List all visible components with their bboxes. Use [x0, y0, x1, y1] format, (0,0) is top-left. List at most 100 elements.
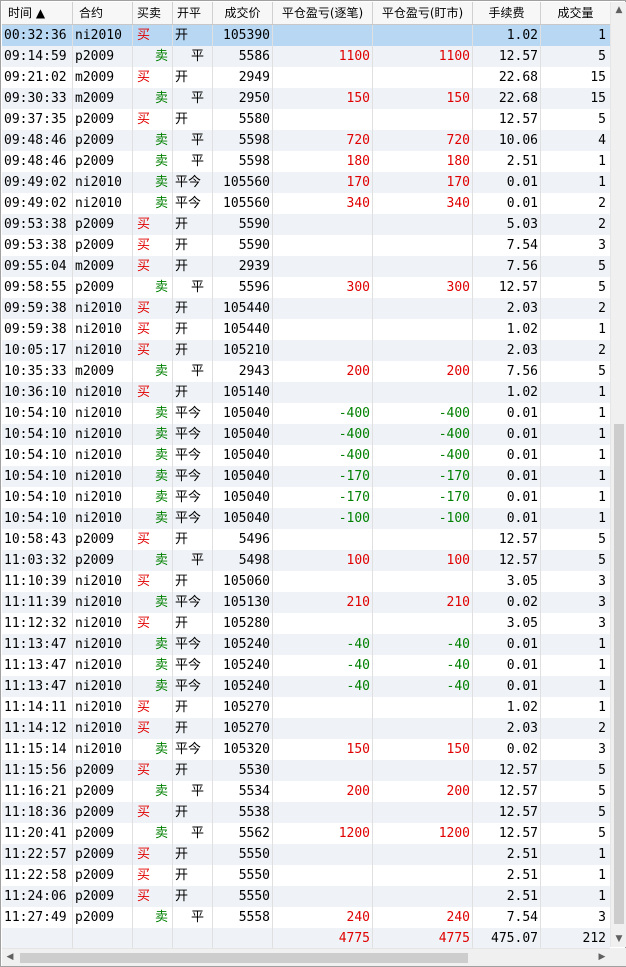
pnl-per-trade-cell: 100 — [273, 550, 373, 571]
side-cell — [133, 928, 173, 949]
table-row[interactable]: 11:14:12 ni2010 买开 105270 2.03 2 — [2, 718, 610, 739]
column-header-contract[interactable]: 合约 — [73, 2, 133, 24]
table-row[interactable]: 10:54:10 ni2010 卖平今 105040 -100 -100 0.01 1 — [2, 508, 610, 529]
table-row[interactable]: 10:54:10 ni2010 卖平今 105040 -400 -400 0.01 1 — [2, 445, 610, 466]
table-row[interactable]: 09:48:46 p2009 卖平 5598 720 720 10.06 4 — [2, 130, 610, 151]
table-row[interactable]: 10:54:10 ni2010 卖平今 105040 -170 -170 0.01 1 — [2, 487, 610, 508]
pnl-per-trade-cell: 240 — [273, 907, 373, 928]
table-row[interactable]: 11:24:06 p2009 买开 5550 2.51 1 — [2, 886, 610, 907]
table-row[interactable]: 09:53:38 p2009 买开 5590 5.03 2 — [2, 214, 610, 235]
pnl-mtm-cell — [373, 760, 473, 781]
table-row[interactable]: 09:48:46 p2009 卖平 5598 180 180 2.51 1 — [2, 151, 610, 172]
scroll-up-icon[interactable]: ▲ — [611, 2, 626, 18]
table-row[interactable]: 11:03:32 p2009 卖平 5498 100 100 12.57 5 — [2, 550, 610, 571]
table-row[interactable]: 11:22:58 p2009 买开 5550 2.51 1 — [2, 865, 610, 886]
table-row[interactable]: 11:18:36 p2009 买开 5538 12.57 5 — [2, 802, 610, 823]
scroll-down-icon[interactable]: ▼ — [611, 931, 626, 947]
scroll-right-icon[interactable]: ▶ — [594, 949, 610, 965]
fee-cell: 0.01 — [473, 508, 541, 529]
contract-cell: ni2010 — [73, 571, 133, 592]
contract-cell: m2009 — [73, 256, 133, 277]
side-cell: 买 — [133, 760, 173, 781]
column-header-pnl-mark-to-market[interactable]: 平仓盈亏(盯市) — [373, 2, 473, 24]
quantity-cell: 2 — [598, 343, 606, 358]
pnl-mtm-cell: -400 — [373, 424, 473, 445]
column-header-pnl-per-trade[interactable]: 平仓盈亏(逐笔) — [273, 2, 373, 24]
time-cell: 09:59:38 — [2, 319, 73, 340]
column-header-open-close[interactable]: 开平 — [173, 2, 213, 24]
table-row[interactable]: 09:14:59 p2009 卖平 5586 1100 1100 12.57 5 — [2, 46, 610, 67]
table-row[interactable]: 10:54:10 ni2010 卖平今 105040 -400 -400 0.01 1 — [2, 424, 610, 445]
side-cell: 卖 — [133, 634, 173, 655]
table-row[interactable]: 00:32:36 ni2010 买开 105390 1.02 1 — [2, 25, 610, 46]
table-row[interactable]: 11:11:39 ni2010 卖平今 105130 210 210 0.02 3 — [2, 592, 610, 613]
table-row[interactable]: 10:36:10 ni2010 买开 105140 1.02 1 — [2, 382, 610, 403]
vertical-scroll-thumb[interactable] — [614, 424, 624, 924]
table-row[interactable]: 09:37:35 p2009 买开 5580 12.57 5 — [2, 109, 610, 130]
fee-cell: 0.01 — [473, 193, 541, 214]
table-row[interactable]: 09:49:02 ni2010 卖平今 105560 170 170 0.01 1 — [2, 172, 610, 193]
table-row[interactable]: 09:59:38 ni2010 买开 105440 1.02 1 — [2, 319, 610, 340]
quantity-cell: 1 — [598, 28, 606, 43]
side-cell: 卖 — [133, 130, 173, 151]
table-row[interactable]: 09:59:38 ni2010 买开 105440 2.03 2 — [2, 298, 610, 319]
pnl-mtm-cell: -100 — [373, 508, 473, 529]
table-row[interactable]: 10:54:10 ni2010 卖平今 105040 -170 -170 0.01 1 — [2, 466, 610, 487]
side-cell: 卖 — [133, 550, 173, 571]
fee-cell: 5.03 — [473, 214, 541, 235]
contract-cell: ni2010 — [73, 466, 133, 487]
table-row[interactable]: 10:58:43 p2009 买开 5496 12.57 5 — [2, 529, 610, 550]
table-row[interactable]: 11:27:49 p2009 卖平 5558 240 240 7.54 3 — [2, 907, 610, 928]
pnl-per-trade-cell — [273, 214, 373, 235]
table-row[interactable]: 11:13:47 ni2010 卖平今 105240 -40 -40 0.01 1 — [2, 634, 610, 655]
column-header-time[interactable]: 时间 ▲ — [2, 2, 73, 24]
table-row[interactable]: 11:22:57 p2009 买开 5550 2.51 1 — [2, 844, 610, 865]
table-row[interactable]: 11:15:14 ni2010 卖平今 105320 150 150 0.02 3 — [2, 739, 610, 760]
table-row[interactable]: 10:05:17 ni2010 买开 105210 2.03 2 — [2, 340, 610, 361]
column-header-side[interactable]: 买卖 — [133, 2, 173, 24]
table-row[interactable]: 11:16:21 p2009 卖平 5534 200 200 12.57 5 — [2, 781, 610, 802]
fee-cell: 1.02 — [473, 319, 541, 340]
column-header-quantity[interactable]: 成交量 — [541, 2, 610, 24]
price-cell: 5558 — [213, 907, 273, 928]
contract-cell: p2009 — [73, 550, 133, 571]
table-row[interactable]: 11:14:11 ni2010 买开 105270 1.02 1 — [2, 697, 610, 718]
pnl-mtm-cell — [373, 613, 473, 634]
table-row[interactable]: 11:13:47 ni2010 卖平今 105240 -40 -40 0.01 1 — [2, 655, 610, 676]
contract-cell: ni2010 — [73, 445, 133, 466]
price-cell: 5598 — [213, 151, 273, 172]
table-row[interactable]: 10:54:10 ni2010 卖平今 105040 -400 -400 0.01 1 — [2, 403, 610, 424]
table-row[interactable]: 11:13:47 ni2010 卖平今 105240 -40 -40 0.01 1 — [2, 676, 610, 697]
open-close-cell: 开 — [173, 697, 213, 718]
fee-cell: 1.02 — [473, 382, 541, 403]
horizontal-scrollbar[interactable]: ◀ ▶ — [2, 948, 610, 966]
pnl-per-trade-cell — [273, 382, 373, 403]
pnl-per-trade-cell — [273, 25, 373, 46]
time-cell: 09:30:33 — [2, 88, 73, 109]
horizontal-scroll-thumb[interactable] — [20, 953, 468, 963]
table-row[interactable]: 11:15:56 p2009 买开 5530 12.57 5 — [2, 760, 610, 781]
scroll-left-icon[interactable]: ◀ — [2, 949, 18, 965]
table-row[interactable]: 11:20:41 p2009 卖平 5562 1200 1200 12.57 5 — [2, 823, 610, 844]
time-cell: 10:54:10 — [2, 445, 73, 466]
table-row[interactable]: 09:53:38 p2009 买开 5590 7.54 3 — [2, 235, 610, 256]
quantity-cell: 3 — [598, 910, 606, 925]
table-row[interactable]: 09:30:33 m2009 卖平 2950 150 150 22.68 15 — [2, 88, 610, 109]
open-close-cell: 平今 — [173, 634, 213, 655]
price-cell: 5534 — [213, 781, 273, 802]
table-row[interactable]: 09:21:02 m2009 买开 2949 22.68 15 — [2, 67, 610, 88]
table-row[interactable]: 09:49:02 ni2010 卖平今 105560 340 340 0.01 2 — [2, 193, 610, 214]
price-cell: 5530 — [213, 760, 273, 781]
vertical-scrollbar[interactable]: ▲ ▼ — [610, 2, 626, 947]
column-header-fee[interactable]: 手续费 — [473, 2, 541, 24]
column-header-price[interactable]: 成交价 — [213, 2, 273, 24]
table-row[interactable]: 10:35:33 m2009 卖平 2943 200 200 7.56 5 — [2, 361, 610, 382]
pnl-mtm-cell — [373, 298, 473, 319]
quantity-cell: 5 — [598, 532, 606, 547]
table-row[interactable]: 09:58:55 p2009 卖平 5596 300 300 12.57 5 — [2, 277, 610, 298]
table-row[interactable]: 09:55:04 m2009 买开 2939 7.56 5 — [2, 256, 610, 277]
side-cell: 卖 — [133, 193, 173, 214]
table-row[interactable]: 11:12:32 ni2010 买开 105280 3.05 3 — [2, 613, 610, 634]
table-row[interactable]: 11:10:39 ni2010 买开 105060 3.05 3 — [2, 571, 610, 592]
pnl-per-trade-cell — [273, 844, 373, 865]
